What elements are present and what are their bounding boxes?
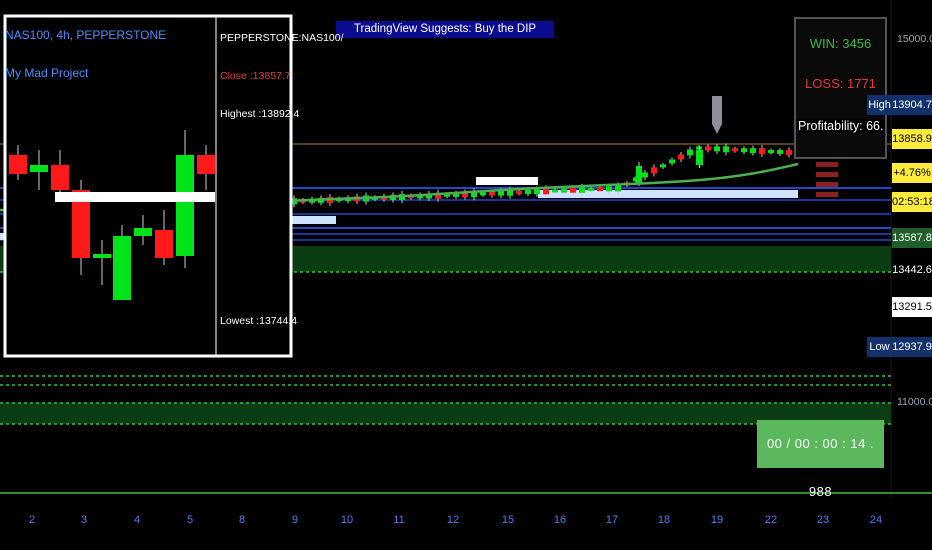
- countdown-timer: 00 / 00 : 00 : 14 . 988: [757, 420, 884, 499]
- project-name: My Mad Project: [5, 66, 89, 80]
- time-axis-label: 4: [133, 514, 141, 526]
- bull-candle: [561, 188, 567, 193]
- bear-candle: [732, 148, 738, 152]
- panel-lowest: Lowest :13744.4: [220, 315, 298, 327]
- time-axis-label: 12: [446, 514, 460, 526]
- bull-candle: [723, 146, 729, 153]
- axis-label: 15000.0: [897, 33, 932, 45]
- time-axis-label: 11: [393, 514, 405, 526]
- low-tag-label: Low: [867, 337, 892, 357]
- bull-candle: [696, 150, 703, 165]
- time-axis-label: 16: [553, 514, 567, 526]
- bear-candle: [51, 165, 69, 190]
- bear-candle: [678, 154, 684, 160]
- bear-candle: [705, 146, 711, 151]
- high-tag-label: High: [867, 95, 892, 115]
- suggestion-banner: TradingView Suggests: Buy the DIP: [336, 21, 554, 38]
- bull-candle: [480, 192, 486, 196]
- high-tag-value: 13904.7: [892, 95, 932, 115]
- bear-candle: [570, 187, 576, 193]
- time-axis-label: 3: [80, 514, 88, 526]
- panel-highest: Highest :13892.4: [220, 108, 300, 120]
- level-highlight: [538, 190, 798, 198]
- bull-candle: [636, 166, 642, 184]
- bull-candle: [552, 189, 558, 193]
- bear-candle: [759, 148, 765, 155]
- level-tag: 13442.6: [892, 260, 932, 280]
- bull-candle: [777, 149, 783, 154]
- arrow-down-icon: [712, 96, 722, 134]
- time-axis-label: 10: [340, 514, 354, 526]
- bull-candle: [741, 148, 747, 153]
- time-axis-label: 24: [869, 514, 883, 526]
- time-axis-label: 22: [764, 514, 778, 526]
- bear-candle: [651, 167, 657, 174]
- bar-countdown-tag: 02:53:18: [892, 192, 932, 212]
- bull-candle: [93, 254, 111, 258]
- symbol-label: NAS100, 4h, PEPPERSTONE: [5, 28, 167, 42]
- bull-candle: [606, 186, 612, 192]
- panel-ticker: PEPPERSTONE:NAS100/: [220, 32, 344, 44]
- bull-candle: [134, 228, 152, 236]
- bull-candle: [534, 189, 540, 195]
- loss-count: LOSS: 1771: [805, 76, 876, 91]
- price-axis[interactable]: 15000.0 11000.0: [891, 0, 932, 498]
- bull-candle: [750, 148, 756, 154]
- bull-candle: [669, 159, 675, 164]
- bull-candle: [579, 186, 585, 193]
- time-axis-label: 15: [501, 514, 515, 526]
- bear-candle: [489, 191, 495, 196]
- bear-candle: [597, 187, 603, 192]
- bear-candle: [9, 155, 27, 174]
- bull-candle: [176, 155, 194, 256]
- stats-box: WIN: 3456 LOSS: 1771 Profitability: 66.1…: [794, 17, 887, 159]
- bull-candle: [113, 236, 131, 300]
- time-axis-label: 2: [28, 514, 36, 526]
- level-tag: 13587.8: [892, 228, 932, 248]
- bull-candle: [525, 190, 531, 195]
- bull-candle: [660, 164, 666, 168]
- bull-candle: [768, 150, 774, 154]
- panel-close: Close :13857.7: [220, 70, 291, 82]
- win-count: WIN: 3456: [809, 36, 872, 51]
- panel-highlight: [55, 192, 215, 202]
- bear-candle: [543, 188, 549, 195]
- bear-candle: [197, 155, 215, 174]
- bull-candle: [588, 188, 594, 192]
- time-axis-label: 5: [186, 514, 194, 526]
- axis-label: 11000.0: [897, 396, 932, 408]
- bull-candle: [687, 149, 693, 156]
- bull-candle: [642, 172, 648, 178]
- bull-candle: [30, 165, 48, 172]
- change-tag: +4.76%: [892, 163, 932, 183]
- time-axis-label: 9: [291, 514, 299, 526]
- bull-candle: [714, 146, 720, 152]
- time-axis-label: 18: [657, 514, 671, 526]
- last-price-tag: 13858.9: [892, 129, 932, 149]
- time-axis-label: 8: [238, 514, 246, 526]
- bull-candle: [615, 185, 621, 192]
- level-tag: 13291.5: [892, 297, 932, 317]
- time-axis-label: 19: [710, 514, 724, 526]
- bear-candle: [786, 149, 792, 155]
- bear-candle: [155, 230, 173, 258]
- bear-candle: [516, 190, 522, 194]
- level-highlight: [476, 177, 538, 185]
- profitability: Profitability: 66.12%: [798, 119, 884, 133]
- low-tag-value: 12937.9: [892, 337, 932, 357]
- time-axis-label: 23: [816, 514, 830, 526]
- time-axis-label: 17: [605, 514, 619, 526]
